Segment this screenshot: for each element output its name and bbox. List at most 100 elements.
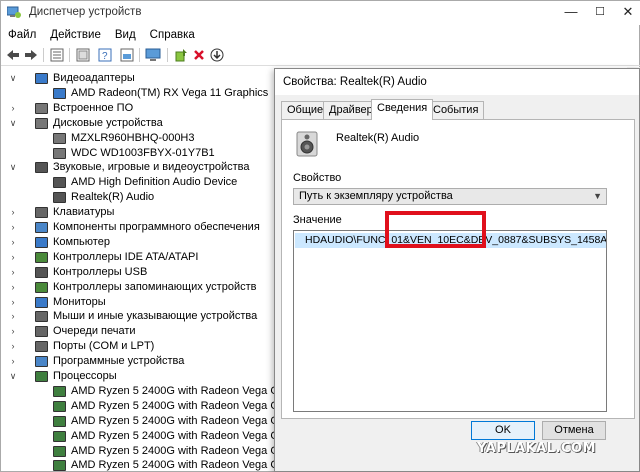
forward-icon[interactable]: [23, 47, 39, 63]
tree-category[interactable]: › Очереди печати: [1, 324, 277, 339]
tree-label: Контроллеры IDE ATA/ATAPI: [53, 250, 199, 263]
tree-label: Контроллеры USB: [53, 265, 148, 278]
value-label: Значение: [293, 214, 342, 226]
maximize-button[interactable]: ☐: [585, 1, 615, 25]
menu-help[interactable]: Справка: [143, 29, 202, 41]
device-icon: [35, 236, 48, 248]
update-driver-icon[interactable]: [173, 47, 189, 63]
tree-label: AMD Ryzen 5 2400G with Radeon Vega Graph…: [71, 399, 277, 412]
tree-category[interactable]: › Встроенное ПО: [1, 101, 277, 116]
expand-icon[interactable]: ›: [8, 309, 18, 324]
tree-category[interactable]: › Клавиатуры: [1, 205, 277, 220]
device-icon: [53, 192, 66, 204]
tree-category[interactable]: › Контроллеры USB: [1, 265, 277, 280]
tree-device[interactable]: AMD Ryzen 5 2400G with Radeon Vega Graph…: [1, 444, 277, 459]
tree-category[interactable]: ∨ Видеоадаптеры: [1, 71, 277, 86]
speaker-icon: [296, 131, 318, 157]
collapse-icon[interactable]: ∨: [8, 160, 18, 175]
red-highlight-box: [385, 211, 486, 248]
refresh-icon[interactable]: [75, 47, 91, 63]
tab-details[interactable]: Сведения: [371, 99, 434, 120]
device-icon: [35, 102, 48, 114]
tree-category[interactable]: ∨ Дисковые устройства: [1, 116, 277, 131]
uninstall-icon[interactable]: [191, 47, 207, 63]
tree-label: Порты (COM и LPT): [53, 340, 155, 353]
device-manager-icon: [7, 6, 21, 18]
tree-category[interactable]: › Мониторы: [1, 295, 277, 310]
minimize-button[interactable]: —: [556, 1, 586, 25]
device-icon: [35, 281, 48, 293]
tree-device[interactable]: AMD Ryzen 5 2400G with Radeon Vega Graph…: [1, 399, 277, 414]
tab-general[interactable]: Общие: [281, 101, 330, 119]
tree-label: Мыши и иные указывающие устройства: [53, 310, 258, 323]
tree-category[interactable]: › Мыши и иные указывающие устройства: [1, 309, 277, 324]
device-tree: ∨ Видеоадаптеры AMD Radeon(TM) RX Vega 11 …: [1, 67, 277, 472]
expand-icon[interactable]: ›: [8, 220, 18, 235]
dialog-title: Свойства: Realtek(R) Audio: [283, 76, 427, 88]
tree-device[interactable]: AMD Radeon(TM) RX Vega 11 Graphics: [1, 86, 277, 101]
device-icon: [35, 207, 48, 219]
back-icon[interactable]: [5, 47, 21, 63]
ok-button[interactable]: OK: [471, 421, 535, 440]
tree-device[interactable]: AMD Ryzen 5 2400G with Radeon Vega Graph…: [1, 414, 277, 429]
device-icon: [35, 356, 48, 368]
expand-icon[interactable]: ›: [8, 280, 18, 295]
window-title: Диспетчер устройств: [29, 6, 142, 18]
chevron-down-icon: ▼: [593, 191, 602, 201]
tree-category[interactable]: › Компоненты программного обеспечения: [1, 220, 277, 235]
tree-label: Программные устройства: [53, 355, 185, 368]
menu-view[interactable]: Вид: [108, 29, 143, 41]
tree-device[interactable]: AMD Ryzen 5 2400G with Radeon Vega Graph…: [1, 429, 277, 444]
expand-icon[interactable]: ›: [8, 354, 18, 369]
collapse-icon[interactable]: ∨: [8, 369, 18, 384]
tab-events[interactable]: События: [427, 101, 485, 119]
scan-icon[interactable]: [119, 47, 135, 63]
tree-category[interactable]: › Порты (COM и LPT): [1, 339, 277, 354]
tree-category[interactable]: › Контроллеры запоминающих устройств: [1, 280, 277, 295]
device-icon: [35, 222, 48, 233]
device-icon: [53, 400, 66, 412]
toolbar-separator: [167, 48, 168, 62]
tree-category[interactable]: › Программные устройства: [1, 354, 277, 369]
menu-action[interactable]: Действие: [43, 29, 108, 41]
toolbar-separator: [139, 48, 140, 62]
download-icon[interactable]: [209, 47, 225, 63]
tree-device[interactable]: MZXLR960HBHQ-000H3: [1, 131, 277, 146]
tree-label: AMD Ryzen 5 2400G with Radeon Vega Graph…: [71, 384, 277, 397]
expand-icon[interactable]: ›: [8, 101, 18, 116]
tree-device[interactable]: AMD Ryzen 5 2400G with Radeon Vega Graph…: [1, 458, 277, 472]
help-icon[interactable]: ?: [97, 47, 113, 63]
expand-icon[interactable]: ›: [8, 324, 18, 339]
device-icon: [53, 445, 66, 457]
tree-device[interactable]: AMD Ryzen 5 2400G with Radeon Vega Graph…: [1, 384, 277, 399]
monitor-icon[interactable]: [145, 47, 161, 63]
dialog-title-bar: Свойства: Realtek(R) Audio: [275, 69, 639, 95]
tree-label: Видеоадаптеры: [53, 72, 135, 84]
expand-icon[interactable]: ›: [8, 265, 18, 280]
device-icon: [35, 251, 48, 263]
cancel-button[interactable]: Отмена: [542, 421, 606, 440]
tree-category[interactable]: ∨ Процессоры: [1, 369, 277, 384]
property-select[interactable]: Путь к экземпляру устройства ▼: [293, 188, 607, 205]
tree-category[interactable]: ∨ Звуковые, игровые и видеоустройства: [1, 160, 277, 175]
expand-icon[interactable]: ›: [8, 250, 18, 265]
close-button[interactable]: ✕: [613, 1, 640, 25]
tree-category[interactable]: › Компьютер: [1, 235, 277, 250]
value-list[interactable]: HDAUDIO\FUNC_01&VEN_10EC&DEV_0887&SUBSYS…: [293, 230, 607, 412]
expand-icon[interactable]: ›: [8, 235, 18, 250]
expand-icon[interactable]: ›: [8, 295, 18, 310]
tree-category[interactable]: › Контроллеры IDE ATA/ATAPI: [1, 250, 277, 265]
tree-device[interactable]: Realtek(R) Audio: [1, 190, 277, 205]
tree-label: WDC WD1003FBYX-01Y7B1: [71, 146, 215, 159]
collapse-icon[interactable]: ∨: [8, 116, 18, 131]
expand-icon[interactable]: ›: [8, 339, 18, 354]
details-panel: Realtek(R) Audio Свойство Путь к экземпл…: [281, 119, 635, 419]
menu-file[interactable]: Файл: [1, 29, 43, 41]
expand-icon[interactable]: ›: [8, 205, 18, 220]
properties-icon[interactable]: [49, 47, 65, 63]
collapse-icon[interactable]: ∨: [8, 71, 18, 86]
tree-device[interactable]: AMD High Definition Audio Device: [1, 175, 277, 190]
tree-device[interactable]: WDC WD1003FBYX-01Y7B1: [1, 146, 277, 161]
tree-label: Процессоры: [53, 370, 117, 382]
tree-label: Дисковые устройства: [53, 116, 163, 129]
